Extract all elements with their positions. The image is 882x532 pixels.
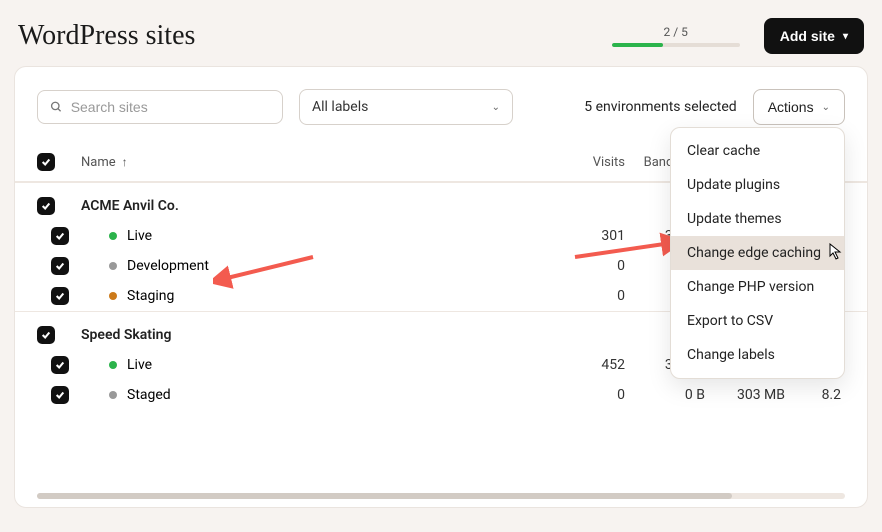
php-value: 8.2 [785,387,845,403]
actions-menu-item[interactable]: Export to CSV [671,304,844,338]
status-dot [109,292,117,300]
search-input-wrap[interactable] [37,90,283,124]
visits-value: 0 [565,387,625,403]
sites-panel: All labels ⌄ 5 environments selected Act… [14,66,868,508]
env-checkbox[interactable] [51,356,69,374]
environment-row: Staged 00 B303 MB8.2 [15,380,867,410]
actions-menu-item[interactable]: Change PHP version [671,270,844,304]
page-title: WordPress sites [18,20,195,52]
status-dot [109,361,117,369]
visits-value: 0 [565,258,625,274]
select-all-checkbox[interactable] [37,153,55,171]
env-name[interactable]: Live [127,357,152,373]
cursor-icon [829,243,845,261]
actions-menu: Clear cacheUpdate pluginsUpdate themesCh… [670,127,845,379]
add-site-button[interactable]: Add site ▾ [764,18,864,54]
add-site-label: Add site [780,28,835,44]
chevron-down-icon: ⌄ [822,102,830,113]
visits-value: 0 [565,288,625,304]
env-checkbox[interactable] [51,227,69,245]
sort-ascending-icon: ↑ [122,155,128,169]
env-name[interactable]: Development [127,258,209,274]
scrollbar-thumb[interactable] [37,493,732,499]
status-dot [109,232,117,240]
actions-label: Actions [768,99,814,115]
status-dot [109,391,117,399]
bandwidth-value: 0 B [625,387,705,403]
env-checkbox[interactable] [51,257,69,275]
env-checkbox[interactable] [51,386,69,404]
progress-label: 2 / 5 [664,25,688,39]
visits-value: 452 [565,357,625,373]
column-header-visits[interactable]: Visits [565,155,625,170]
site-checkbox[interactable] [37,197,55,215]
chevron-down-icon: ⌄ [492,102,500,113]
progress-bar [612,43,740,47]
visits-value: 301 [565,228,625,244]
env-checkbox[interactable] [51,287,69,305]
site-name[interactable]: ACME Anvil Co. [81,198,179,214]
env-name[interactable]: Staging [127,288,174,304]
selection-count: 5 environments selected [584,99,736,115]
env-name[interactable]: Live [127,228,152,244]
actions-menu-item[interactable]: Update themes [671,202,844,236]
column-name-label: Name [81,155,116,170]
actions-menu-item[interactable]: Update plugins [671,168,844,202]
actions-button[interactable]: Actions ⌄ [753,89,845,125]
search-input[interactable] [71,99,270,115]
labels-select-value: All labels [312,99,368,115]
horizontal-scrollbar[interactable] [37,493,845,499]
env-name[interactable]: Staged [127,387,171,403]
status-dot [109,262,117,270]
actions-menu-item[interactable]: Change labels [671,338,844,372]
chevron-down-icon: ▾ [843,31,848,42]
site-name[interactable]: Speed Skating [81,327,171,343]
disk-value: 303 MB [705,387,785,403]
actions-menu-item[interactable]: Change edge caching [671,236,844,270]
search-icon [50,100,63,114]
actions-menu-item[interactable]: Clear cache [671,134,844,168]
column-header-name[interactable]: Name ↑ [79,155,565,170]
usage-progress: 2 / 5 [612,25,740,47]
site-checkbox[interactable] [37,326,55,344]
labels-select[interactable]: All labels ⌄ [299,89,513,125]
